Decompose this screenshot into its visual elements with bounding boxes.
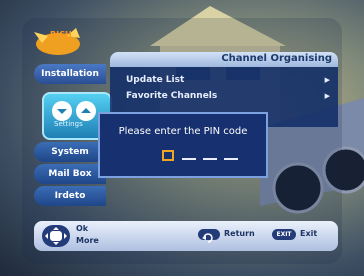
section-header: Channel Organising	[110, 52, 338, 67]
sidebar-item-mail-box[interactable]: Mail Box	[34, 164, 106, 184]
more-hint: More	[76, 236, 99, 245]
dpad-icon	[42, 225, 70, 247]
logo-text: RICH	[50, 30, 72, 39]
pin-digit-4[interactable]	[224, 158, 238, 160]
return-arrow-icon	[202, 233, 213, 243]
footer-bar: Ok More Return EXIT Exit	[34, 221, 338, 251]
sidebar-item-irdeto[interactable]: Irdeto	[34, 186, 106, 206]
pin-digit-3[interactable]	[203, 158, 217, 160]
chevron-right-icon: ▶	[324, 76, 330, 84]
sidebar-item-label: Mail Box	[48, 169, 92, 179]
sidebar-item-installation[interactable]: Installation	[34, 64, 106, 84]
pin-dialog: Please enter the PIN code	[98, 112, 268, 178]
pin-message: Please enter the PIN code	[118, 126, 248, 137]
icon-card-label: Settings	[54, 120, 83, 128]
exit-hint: Exit	[300, 229, 318, 238]
exit-button[interactable]: EXIT	[272, 229, 296, 240]
section-title: Channel Organising	[221, 53, 332, 64]
return-hint: Return	[224, 229, 255, 238]
ok-hint: Ok	[76, 224, 89, 233]
sidebar-item-label: System	[51, 147, 89, 157]
tv-screen: RICH Channel Organising Installation Set…	[0, 0, 364, 276]
ok-icon	[45, 227, 67, 245]
pin-digit-2[interactable]	[182, 158, 196, 160]
sidebar-item-label: Installation	[41, 69, 99, 79]
sidebar-item-label: Irdeto	[54, 191, 86, 201]
chevron-right-icon: ▶	[324, 92, 330, 100]
list-item-update-list[interactable]: Update List	[126, 75, 184, 85]
sidebar-item-system[interactable]: System	[34, 142, 106, 162]
return-icon[interactable]	[198, 229, 220, 243]
list-item-favorite-channels[interactable]: Favorite Channels	[126, 91, 217, 101]
pin-digit-1[interactable]	[162, 150, 174, 161]
